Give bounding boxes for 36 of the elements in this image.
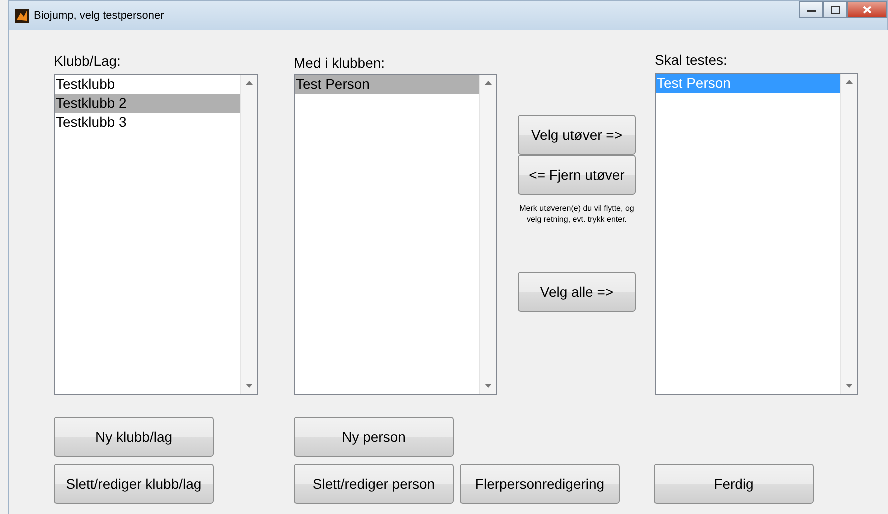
scrollbar[interactable]: [840, 74, 857, 394]
scroll-up-icon[interactable]: [246, 81, 252, 85]
list-item[interactable]: Testklubb 3: [55, 113, 240, 132]
done-button[interactable]: Ferdig: [654, 464, 814, 504]
list-item[interactable]: Testklubb: [55, 75, 240, 94]
minimize-button[interactable]: [799, 1, 823, 18]
move-button[interactable]: <= Fjern utøver: [518, 155, 636, 195]
club-button[interactable]: Slett/rediger klubb/lag: [54, 464, 214, 504]
list-item[interactable]: Testklubb 2: [55, 94, 240, 113]
maximize-icon: [830, 6, 840, 14]
scroll-down-icon[interactable]: [846, 384, 852, 388]
scroll-up-icon[interactable]: [484, 81, 492, 85]
select-all-button[interactable]: Velg alle =>: [518, 272, 636, 312]
list-label: Klubb/Lag:: [54, 52, 122, 70]
club-button[interactable]: Ny klubb/lag: [54, 417, 214, 457]
list-label: Skal testes:: [655, 51, 728, 69]
scroll-down-icon[interactable]: [246, 384, 252, 388]
list-label: Med i klubben:: [294, 54, 386, 72]
scrollbar[interactable]: [479, 75, 496, 394]
list-box[interactable]: Test Person: [294, 74, 497, 395]
hint-text: Merk utøveren(e) du vil flytte, og velg retning, evt. trykk enter.: [518, 203, 636, 225]
scroll-down-icon[interactable]: [484, 384, 492, 388]
list-item[interactable]: Test Person: [295, 75, 479, 94]
list-box[interactable]: Testklubb Testklubb 2 Testklubb 3: [54, 74, 258, 395]
scroll-up-icon[interactable]: [846, 80, 852, 84]
close-button[interactable]: [847, 1, 887, 18]
move-button[interactable]: Velg utøver =>: [518, 115, 636, 155]
scrollbar[interactable]: [240, 75, 257, 394]
window-title: Biojump, velg testpersoner: [34, 10, 164, 22]
person-button[interactable]: Ny person: [294, 417, 454, 457]
minimize-icon: [806, 8, 816, 12]
person-button[interactable]: Slett/rediger person: [294, 464, 454, 504]
maximize-button[interactable]: [823, 1, 847, 18]
multi-edit-button[interactable]: Flerpersonredigering: [460, 464, 620, 504]
app-icon: [15, 8, 29, 22]
close-icon: [862, 6, 872, 14]
